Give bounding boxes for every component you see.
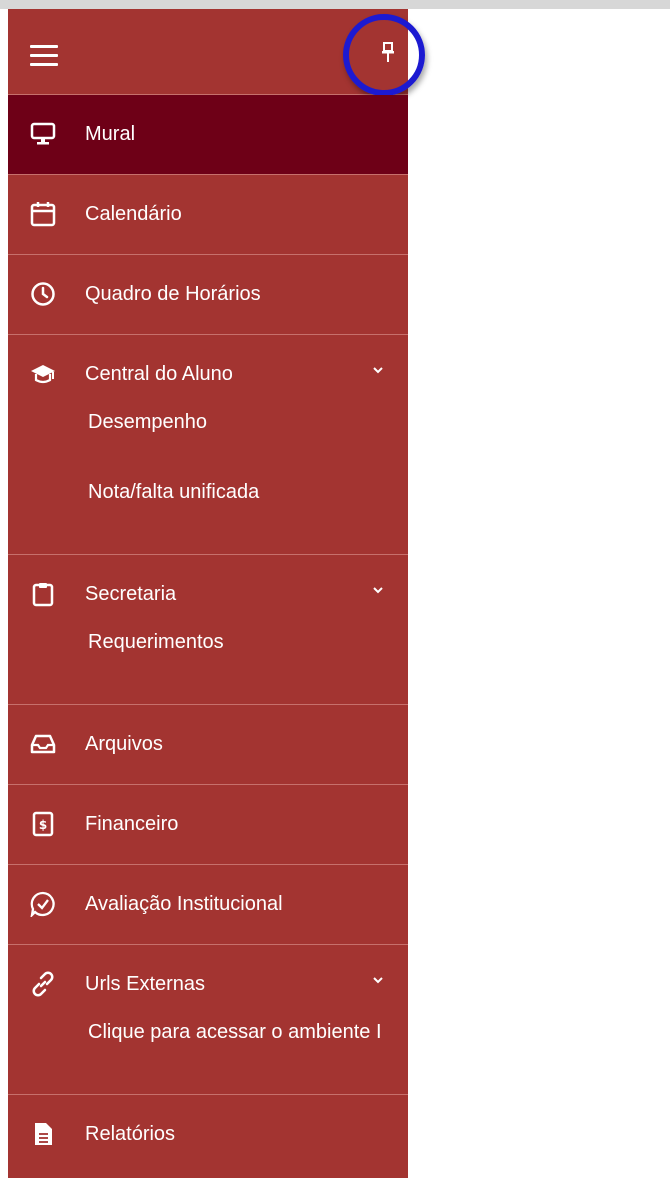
submenu-item-requerimentos[interactable]: Requerimentos xyxy=(88,630,224,654)
menu-item-arquivos[interactable]: Arquivos xyxy=(8,705,408,785)
document-list-icon xyxy=(35,1123,52,1145)
menu-label-relatorios: Relatórios xyxy=(85,1123,176,1145)
graduation-cap-icon xyxy=(31,365,55,384)
chevron-down-icon[interactable] xyxy=(372,974,384,986)
menu-label-avaliacao-institucional: Avaliação Institucional xyxy=(85,893,283,915)
hamburger-menu-icon[interactable] xyxy=(30,45,58,67)
sidebar-header xyxy=(8,9,425,96)
menu-label-quadro-de-horarios: Quadro de Horários xyxy=(85,283,261,305)
submenu-item-ambiente-link[interactable]: Clique para acessar o ambiente I xyxy=(88,1020,382,1044)
menu-item-urls-externas[interactable]: Urls Externas Clique para acessar o ambi… xyxy=(8,945,408,1095)
inbox-icon xyxy=(30,734,56,754)
menu-label-financeiro: Financeiro xyxy=(85,813,179,835)
calendar-icon xyxy=(30,202,56,227)
link-icon xyxy=(32,971,54,997)
clipboard-icon xyxy=(32,583,54,607)
invoice-dollar-icon: $ xyxy=(32,811,54,837)
menu-label-arquivos: Arquivos xyxy=(85,733,163,755)
menu-item-quadro-de-horarios[interactable]: Quadro de Horários xyxy=(8,255,408,335)
chat-check-icon xyxy=(30,891,55,917)
svg-text:$: $ xyxy=(39,818,47,832)
menu-label-mural: Mural xyxy=(85,123,136,145)
menu-label-secretaria: Secretaria xyxy=(85,583,177,605)
monitor-icon xyxy=(30,122,56,145)
submenu-item-desempenho[interactable]: Desempenho xyxy=(88,410,207,434)
top-border xyxy=(0,0,670,9)
chevron-down-icon[interactable] xyxy=(372,364,384,376)
clock-icon xyxy=(31,282,55,306)
menu-item-avaliacao-institucional[interactable]: Avaliação Institucional xyxy=(8,865,408,945)
chevron-down-icon[interactable] xyxy=(372,584,384,596)
menu-item-calendario[interactable]: Calendário xyxy=(8,175,408,255)
menu-item-financeiro[interactable]: $ Financeiro xyxy=(8,785,408,865)
menu-label-central-do-aluno: Central do Aluno xyxy=(85,363,233,385)
menu-item-secretaria[interactable]: Secretaria Requerimentos xyxy=(8,555,408,705)
menu-item-central-do-aluno[interactable]: Central do Aluno Desempenho Nota/falta u… xyxy=(8,335,408,555)
submenu-item-nota-falta-unificada[interactable]: Nota/falta unificada xyxy=(88,480,259,504)
menu-label-urls-externas: Urls Externas xyxy=(85,973,206,995)
sidebar-menu: Mural Calendário Quadro de Horários Cent… xyxy=(8,9,425,1178)
highlight-circle xyxy=(343,14,425,96)
menu-label-calendario: Calendário xyxy=(85,203,182,225)
menu-item-mural[interactable]: Mural xyxy=(8,95,408,175)
menu-item-relatorios[interactable]: Relatórios xyxy=(8,1095,408,1174)
